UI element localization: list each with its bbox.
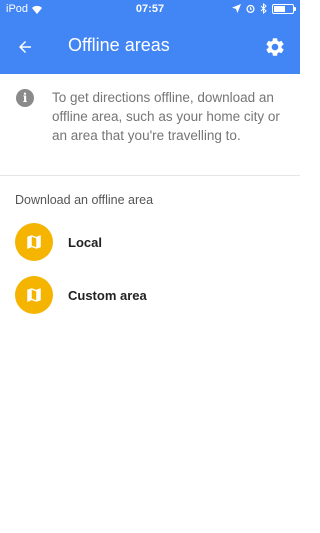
arrow-left-icon	[19, 41, 31, 53]
battery-level	[274, 5, 285, 12]
status-right	[232, 3, 296, 14]
battery-icon	[272, 3, 296, 14]
list-item-local[interactable]: Local	[0, 218, 300, 268]
toolbar: Offline areas	[0, 20, 300, 74]
app-header: iPod 07:57 Offline areas	[0, 0, 300, 74]
map-icon	[15, 276, 53, 314]
page-title: Offline areas	[68, 35, 170, 55]
back-button[interactable]	[10, 32, 40, 62]
section-title: Download an offline area	[15, 193, 154, 207]
info-icon: i	[16, 89, 34, 107]
map-glyph	[27, 235, 41, 249]
status-bar: iPod 07:57	[0, 0, 300, 20]
info-text: To get directions offline, download an o…	[52, 90, 280, 143]
bluetooth-icon	[260, 3, 267, 14]
map-icon	[15, 223, 53, 261]
item-label-custom-area: Custom area	[68, 288, 147, 303]
gear-icon	[266, 38, 284, 56]
alarm-icon	[246, 4, 255, 13]
settings-button[interactable]	[260, 32, 290, 62]
map-glyph	[27, 288, 41, 302]
list-item-custom-area[interactable]: Custom area	[0, 271, 300, 321]
offline-info: i To get directions offline, download an…	[0, 74, 300, 176]
item-label-local: Local	[68, 235, 102, 250]
location-arrow-icon	[232, 4, 241, 13]
